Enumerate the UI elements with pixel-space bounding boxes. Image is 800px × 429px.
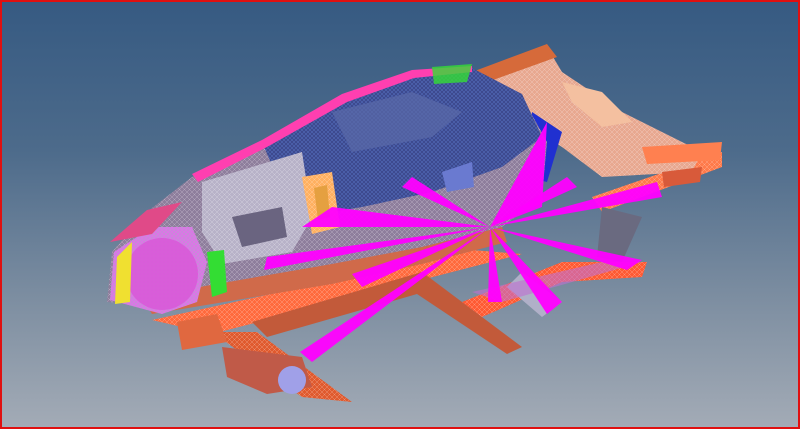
fe-model-canvas[interactable] bbox=[2, 2, 798, 427]
body-shell bbox=[107, 64, 547, 314]
graphics-viewport[interactable] bbox=[0, 0, 800, 429]
